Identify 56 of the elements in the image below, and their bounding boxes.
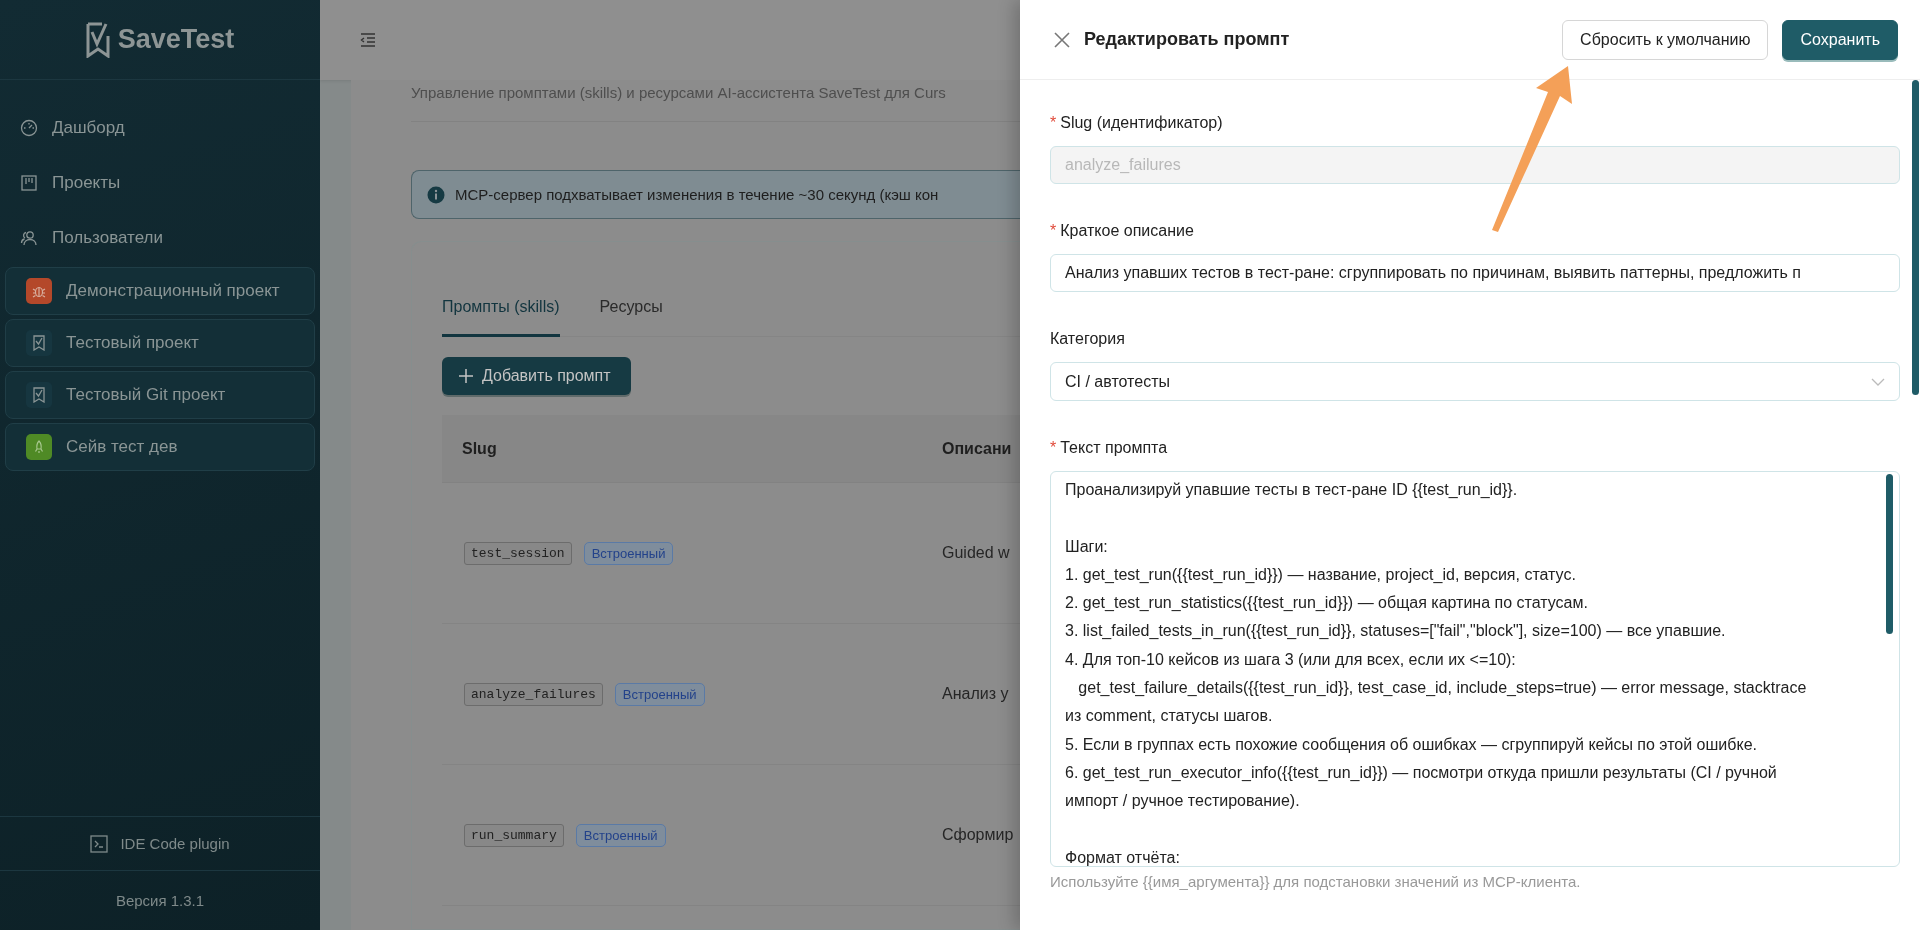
field-label: * Slug (идентификатор) — [1050, 114, 1224, 132]
drawer-title: Редактировать промпт — [1084, 29, 1291, 50]
menu-fold-icon[interactable] — [360, 33, 376, 47]
plus-icon — [458, 368, 474, 384]
nav-item[interactable]: Дашборд — [0, 100, 320, 155]
board-icon — [20, 173, 38, 192]
column-header: Slug — [461, 439, 498, 458]
builtin-badge: Встроенный — [583, 541, 674, 565]
builtin-badge: Встроенный — [575, 823, 666, 847]
project-name: Тестовый проект — [66, 333, 199, 353]
tab[interactable]: Ресурсы — [599, 284, 663, 337]
required-mark: * — [1050, 439, 1057, 457]
field-label: * Текст промпта — [1050, 439, 1169, 457]
dashboard-icon — [20, 118, 38, 137]
add-prompt-button[interactable]: Добавить промпт — [442, 357, 631, 395]
project-name: Сейв тест дев — [66, 437, 178, 457]
checklist-icon — [32, 387, 46, 403]
nav-item[interactable]: Пользователи — [0, 210, 320, 265]
terminal-icon — [90, 834, 109, 853]
slug-code: run_summary — [464, 823, 564, 847]
project-name: Демонстрационный проект — [66, 281, 280, 301]
save-button[interactable]: Сохранить — [1782, 19, 1898, 60]
field-label: Категория — [1050, 330, 1126, 348]
slug-code: test_session — [464, 541, 572, 565]
text-field[interactable]: Анализ упавших тестов в тест-ране: сгруппировать по причинам, выявить паттерны, предложить п — [1050, 254, 1900, 292]
table-cell-text: Guided w — [941, 544, 1011, 562]
project-item[interactable]: Тестовый проект — [5, 319, 315, 367]
scrollbar-thumb[interactable] — [1886, 474, 1893, 634]
tab[interactable]: Промпты (skills) — [442, 284, 560, 337]
project-item[interactable]: Демонстрационный проект — [5, 267, 315, 315]
alert-text: MCP-сервер подхватывает изменения в течение ~30 секунд (кэш кон — [455, 186, 939, 203]
table-cell-text: Анализ у — [941, 685, 1010, 703]
required-mark: * — [1050, 222, 1057, 240]
field-label: * Краткое описание — [1050, 222, 1195, 240]
close-icon[interactable] — [1054, 31, 1070, 48]
slug-code: analyze_failures — [464, 682, 603, 706]
checklist-icon — [32, 335, 46, 351]
column-header: Описани — [941, 439, 1013, 458]
chevron-down-icon — [1871, 377, 1885, 386]
category-select[interactable]: CI / автотесты — [1050, 362, 1900, 401]
scrollbar-thumb[interactable] — [1911, 80, 1919, 395]
logo-text: SaveTest — [117, 24, 235, 55]
logo-icon — [85, 21, 110, 58]
reset-button[interactable]: Сбросить к умолчанию — [1562, 19, 1769, 60]
project-item[interactable]: Сейв тест дев — [5, 423, 315, 471]
required-mark: * — [1050, 114, 1057, 132]
hint-text: Используйте {{имя_аргумента}} для подстановки значений из MCP-клиента. — [1050, 873, 1582, 890]
users-icon — [20, 228, 38, 247]
page-subtitle: Управление промптами (skills) и ресурсами AI-ассистента SaveTest для Curs — [411, 80, 1020, 122]
prompt-textarea[interactable]: Проанализируй упавшие тесты в тест-ране ID {{test_run_id}}. Шаги: 1. get_test_run({{test_run_id}}) — название, project_id, версия, статус. 2. get_test_run_statistics({{test_run_id}}) — общая картина по статусам. 3. list_failed_tests_in_run({{test_run_id}}, statuses=["fail","block"], size=100) — все упавшие. 4. Для топ-10 кейсов из шага 3 (или для всех, если их <=10): get_test_failure_details({{test_run_id}}, test_case_id, include_steps=true) — error message, stacktrace из comment, статусы шагов. 5. Если в группах есть похожие сообщения об ошибках — сгруппируй кейсы по этой ошибке. 6. get_test_run_executor_info({{test_run_id}}) — посмотри откуда пришли результаты (CI / ручной импорт / ручное тестирование). Формат отчёта: — [1050, 471, 1900, 867]
info-icon — [427, 185, 445, 204]
project-name: Тестовый Git проект — [66, 385, 226, 405]
project-item[interactable]: Тестовый Git проект — [5, 371, 315, 419]
builtin-badge: Встроенный — [614, 682, 705, 706]
nav-item[interactable]: Проекты — [0, 155, 320, 210]
table-cell-text: Сформир — [941, 826, 1015, 844]
